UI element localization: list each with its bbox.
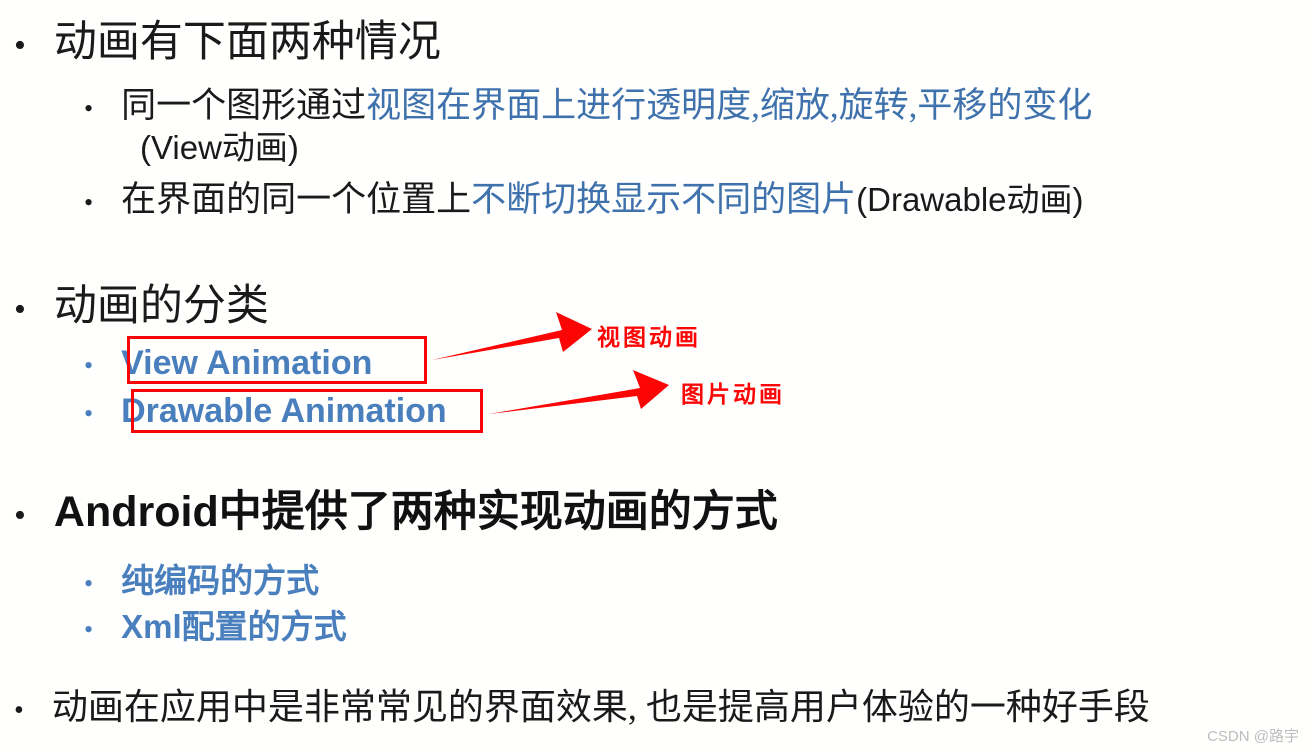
bullet-glyph-icon: • — [14, 695, 24, 726]
bullet-glyph-icon: • — [84, 569, 94, 598]
arrow-drawable-animation-icon — [489, 370, 669, 414]
bullet-item-level2-view-animation: • View Animation — [84, 344, 372, 383]
bullet-glyph-icon: • — [84, 399, 94, 428]
bullet-item-level2-code-method: • 纯编码的方式 — [84, 554, 319, 602]
bullet-glyph-icon: • — [84, 188, 94, 217]
bullet-glyph-icon: • — [84, 94, 94, 123]
section3-title-rest: 中提供了两种实现动画的方式 — [218, 489, 778, 536]
bullet-item-level2-xml-method: • Xml配置的方式 — [84, 600, 347, 648]
bullet-item-level2-view-animation-desc: • 同一个图形通过视图在界面上进行透明度,缩放,旋转,平移的变化 — [84, 86, 1092, 125]
section1-item2-prefix: 在界面的同一个位置上 — [121, 180, 472, 219]
bullet-glyph-icon: • — [14, 497, 26, 534]
bullet-item-level2-view-animation-wrap: (View动画) — [140, 129, 299, 167]
bullet-item-level1-animation-cases: • 动画有下面两种情况 — [14, 20, 441, 66]
annotation-label-view-animation: 视图动画 — [597, 324, 701, 351]
bullet-item-level2-drawable-animation-desc: • 在界面的同一个位置上不断切换显示不同的图片(Drawable动画) — [84, 180, 1084, 219]
annotation-label-drawable-animation: 图片动画 — [681, 381, 785, 408]
section2-title: 动画的分类 — [53, 283, 269, 330]
bullet-glyph-icon: • — [84, 351, 94, 380]
arrow-view-animation-icon — [432, 312, 592, 360]
section3-item-code-method: 纯编码的方式 — [121, 564, 320, 600]
section2-item-drawable-animation: Drawable Animation — [121, 392, 447, 430]
bullet-item-level2-drawable-animation: • Drawable Animation — [84, 392, 447, 431]
csdn-watermark: CSDN @路宇 — [1207, 728, 1299, 745]
section1-item1-highlight: 视图在界面上进行透明度,缩放,旋转,平移的变化 — [366, 86, 1093, 125]
section4-title: 动画在应用中是非常常见的界面效果, 也是提高用户体验的一种好手段 — [51, 687, 1150, 727]
bullet-glyph-icon: • — [14, 27, 26, 64]
section1-item1-wrap: (View动画) — [140, 129, 299, 166]
bullet-item-level1-closing-note: • 动画在应用中是非常常见的界面效果, 也是提高用户体验的一种好手段 — [14, 678, 1150, 730]
bullet-glyph-icon: • — [84, 615, 94, 644]
bullet-item-level1-animation-categories: • 动画的分类 — [14, 284, 269, 330]
section3-title-android: Android — [53, 488, 219, 536]
section1-item1-prefix: 同一个图形通过 — [121, 86, 367, 125]
section1-title: 动画有下面两种情况 — [53, 19, 441, 66]
section1-item2-highlight: 不断切换显示不同的图片 — [471, 180, 857, 219]
section2-item-view-animation: View Animation — [121, 344, 373, 382]
presentation-slide: • 动画有下面两种情况 • 同一个图形通过视图在界面上进行透明度,缩放,旋转,平… — [0, 0, 1311, 752]
bullet-glyph-icon: • — [14, 291, 26, 328]
section3-item-xml-rest: 配置的方式 — [181, 610, 347, 646]
bullet-item-level1-android-methods: • Android中提供了两种实现动画的方式 — [14, 488, 778, 536]
section3-item-xml-prefix: Xml — [121, 608, 182, 645]
section1-item2-suffix: (Drawable动画) — [856, 181, 1084, 218]
